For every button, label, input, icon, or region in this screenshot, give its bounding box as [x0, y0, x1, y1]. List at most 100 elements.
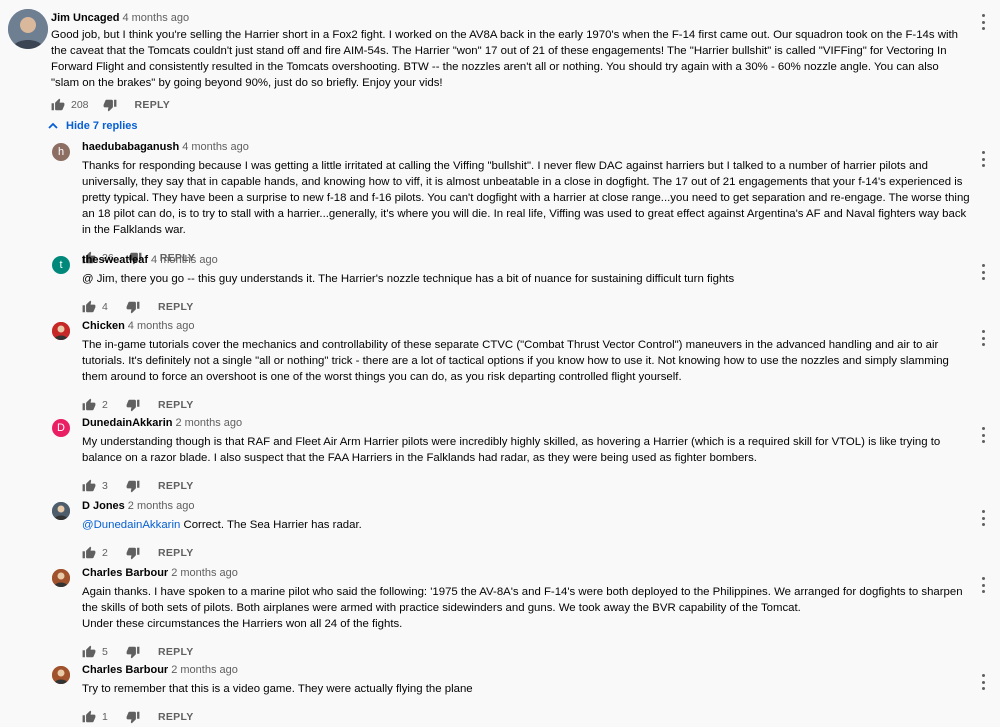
comment-text: @DunedainAkkarin Correct. The Sea Harrie… [82, 517, 970, 533]
thumbs-down-icon[interactable] [126, 645, 140, 659]
comment-actions: 5 REPLY [82, 644, 194, 660]
thumbs-down-icon[interactable] [103, 98, 117, 112]
author-name[interactable]: haedubabaganush [82, 141, 179, 153]
more-options-icon[interactable] [982, 427, 986, 443]
user-photo-icon [52, 666, 70, 684]
more-options-icon[interactable] [982, 674, 986, 690]
chevron-up-icon [48, 122, 58, 129]
comment-text: The in-game tutorials cover the mechanic… [82, 337, 970, 385]
avatar-letter: h [57, 146, 65, 158]
comment-text-body: Correct. The Sea Harrier has radar. [180, 519, 362, 531]
avatar-letter: D [57, 422, 65, 434]
thumbs-up-icon[interactable] [51, 98, 65, 112]
thumbs-up-icon[interactable] [82, 645, 96, 659]
reply-button[interactable]: REPLY [158, 480, 194, 492]
comment-actions: 4 REPLY [82, 299, 194, 315]
timestamp[interactable]: 4 months ago [151, 254, 218, 266]
comment-actions: 2 REPLY [82, 545, 194, 561]
like-count: 1 [102, 711, 108, 723]
author-name[interactable]: Jim Uncaged [51, 12, 119, 24]
more-options-icon[interactable] [982, 264, 986, 280]
comment-header: Charles Barbour 2 months ago [82, 664, 238, 676]
reply-button[interactable]: REPLY [158, 646, 194, 658]
comment-header: Jim Uncaged 4 months ago [51, 12, 189, 24]
author-name[interactable]: Charles Barbour [82, 664, 168, 676]
comment-text: My understanding though is that RAF and … [82, 434, 970, 466]
author-name[interactable]: Chicken [82, 320, 125, 332]
author-name[interactable]: thesweatleaf [82, 254, 148, 266]
hide-replies-button[interactable]: Hide 7 replies [48, 120, 138, 132]
comment-actions: 2 REPLY [82, 397, 194, 413]
more-options-icon[interactable] [982, 151, 986, 167]
avatar[interactable] [52, 502, 70, 520]
thumbs-up-icon[interactable] [82, 546, 96, 560]
comment-text-body: Thanks for responding because I was gett… [82, 160, 970, 236]
user-photo-icon [8, 9, 48, 49]
like-count: 4 [102, 301, 108, 313]
reply-button[interactable]: REPLY [158, 711, 194, 723]
comment-text-body: @ Jim, there you go -- this guy understa… [82, 273, 735, 285]
avatar[interactable] [52, 322, 70, 340]
thumbs-down-icon[interactable] [126, 300, 140, 314]
more-options-icon[interactable] [982, 330, 986, 346]
timestamp[interactable]: 2 months ago [128, 500, 195, 512]
comment-header: Charles Barbour 2 months ago [82, 567, 238, 579]
user-photo-icon [52, 322, 70, 340]
avatar[interactable] [52, 666, 70, 684]
comment-text-body: Try to remember that this is a video gam… [82, 683, 473, 695]
thumbs-up-icon[interactable] [82, 479, 96, 493]
comment-text: Try to remember that this is a video gam… [82, 681, 970, 697]
like-count: 3 [102, 480, 108, 492]
timestamp[interactable]: 4 months ago [128, 320, 195, 332]
avatar[interactable] [52, 569, 70, 587]
comment-actions: 1 REPLY [82, 709, 194, 725]
avatar[interactable]: t [52, 256, 70, 274]
reply-button[interactable]: REPLY [158, 301, 194, 313]
avatar[interactable]: D [52, 419, 70, 437]
thumbs-up-icon[interactable] [82, 398, 96, 412]
comment-text-body: Again thanks. I have spoken to a marine … [82, 586, 963, 614]
timestamp[interactable]: 4 months ago [122, 12, 189, 24]
more-options-icon[interactable] [982, 510, 986, 526]
like-count: 2 [102, 399, 108, 411]
user-photo-icon [52, 569, 70, 587]
thumbs-down-icon[interactable] [126, 479, 140, 493]
more-options-icon[interactable] [982, 14, 986, 30]
author-name[interactable]: D Jones [82, 500, 125, 512]
timestamp[interactable]: 2 months ago [171, 664, 238, 676]
more-options-icon[interactable] [982, 577, 986, 593]
timestamp[interactable]: 2 months ago [175, 417, 242, 429]
thumbs-down-icon[interactable] [126, 546, 140, 560]
comment-text-line: Under these circumstances the Harriers w… [82, 618, 403, 630]
comment-header: thesweatleaf 4 months ago [82, 254, 218, 266]
like-count: 2 [102, 547, 108, 559]
comment-header: haedubabaganush 4 months ago [82, 141, 249, 153]
mention-link[interactable]: @DunedainAkkarin [82, 519, 180, 531]
comment-header: DunedainAkkarin 2 months ago [82, 417, 242, 429]
comment-text: Thanks for responding because I was gett… [82, 158, 970, 238]
thumbs-down-icon[interactable] [126, 398, 140, 412]
comment-header: Chicken 4 months ago [82, 320, 194, 332]
thumbs-down-icon[interactable] [126, 710, 140, 724]
comment-text: Good job, but I think you're selling the… [51, 29, 959, 89]
thumbs-up-icon[interactable] [82, 710, 96, 724]
author-name[interactable]: DunedainAkkarin [82, 417, 172, 429]
thumbs-up-icon[interactable] [82, 300, 96, 314]
comment-text: Again thanks. I have spoken to a marine … [82, 584, 970, 632]
timestamp[interactable]: 4 months ago [182, 141, 249, 153]
like-count: 208 [71, 99, 89, 111]
avatar-letter: t [59, 259, 63, 271]
author-name[interactable]: Charles Barbour [82, 567, 168, 579]
avatar[interactable] [8, 9, 48, 49]
timestamp[interactable]: 2 months ago [171, 567, 238, 579]
avatar[interactable]: h [52, 143, 70, 161]
reply-button[interactable]: REPLY [135, 99, 171, 111]
reply-button[interactable]: REPLY [158, 547, 194, 559]
user-photo-icon [52, 502, 70, 520]
comment-text-body: The in-game tutorials cover the mechanic… [82, 339, 949, 383]
like-count: 5 [102, 646, 108, 658]
comment-actions: 3 REPLY [82, 478, 194, 494]
reply-button[interactable]: REPLY [158, 399, 194, 411]
comment-text: @ Jim, there you go -- this guy understa… [82, 271, 970, 287]
hide-replies-label: Hide 7 replies [66, 120, 138, 132]
